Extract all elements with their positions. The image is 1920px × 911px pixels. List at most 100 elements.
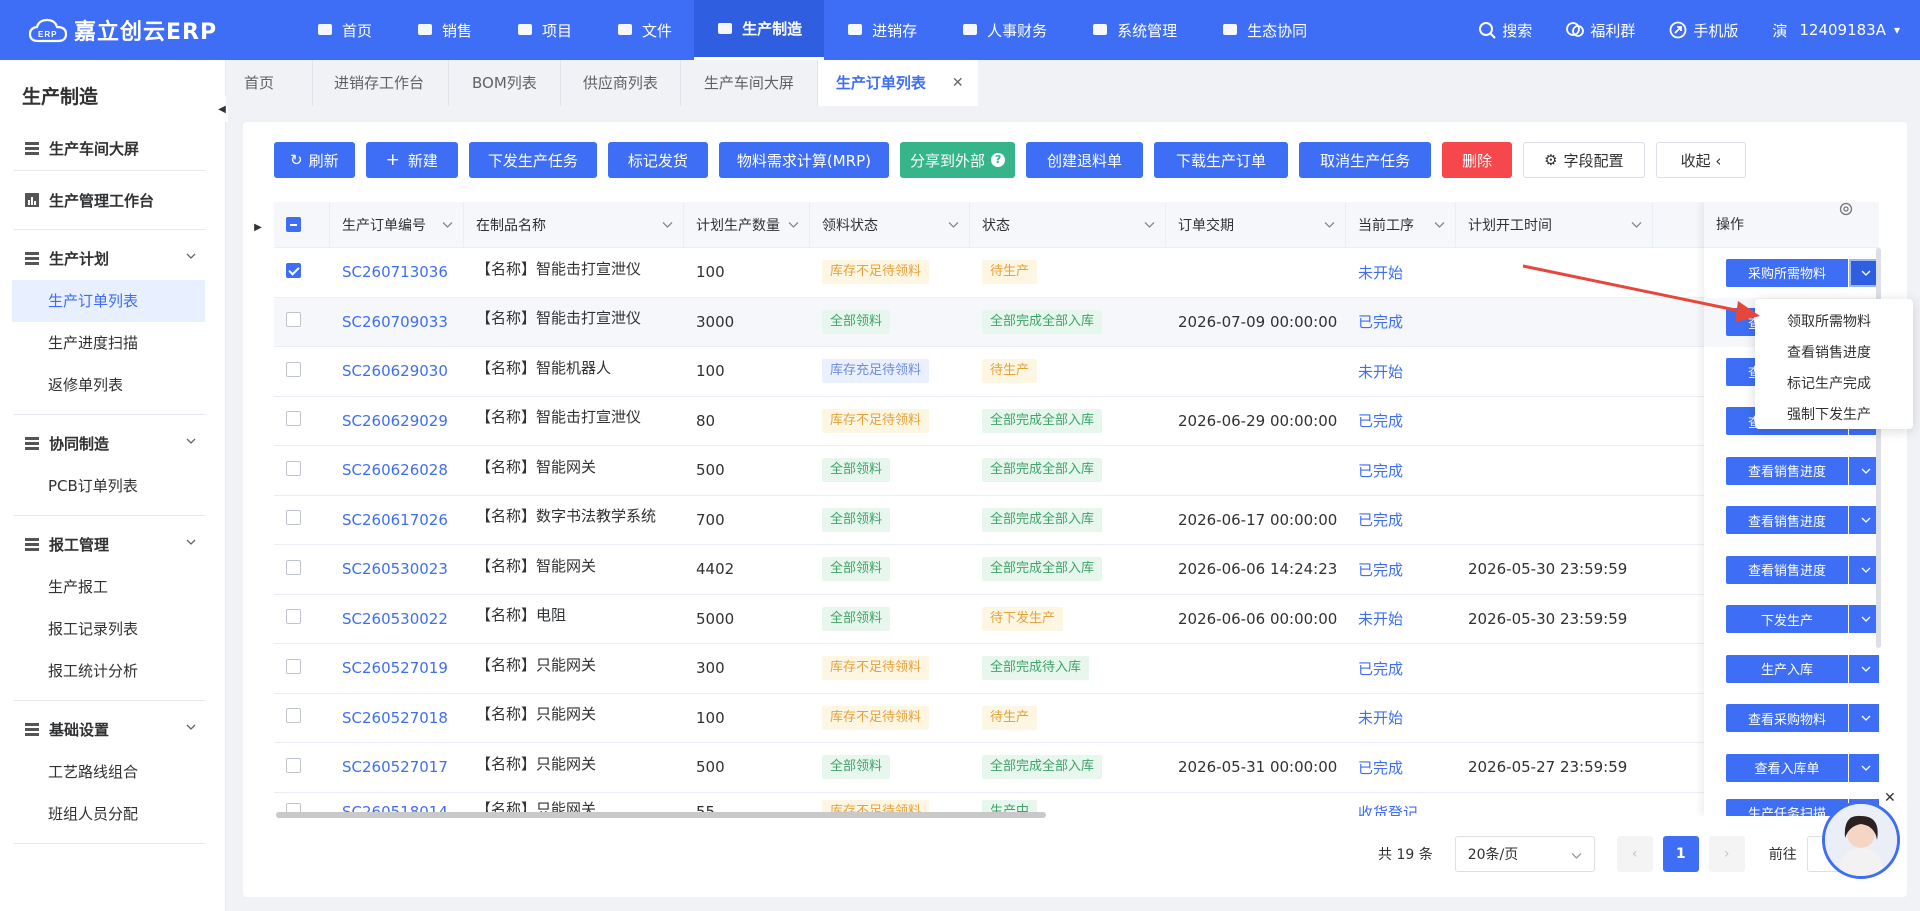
- next-page-button[interactable]: ›: [1708, 836, 1745, 872]
- new-button[interactable]: + 新建: [365, 142, 458, 178]
- row-primary-action-button[interactable]: 下发生产: [1726, 605, 1848, 634]
- tab-3[interactable]: 供应商列表: [561, 60, 681, 106]
- create-return-button[interactable]: 创建退料单: [1026, 142, 1144, 178]
- current-step-link[interactable]: 已完成: [1346, 757, 1456, 778]
- row-primary-action-button[interactable]: 查看入库单: [1726, 753, 1848, 782]
- current-step-link[interactable]: 未开始: [1346, 262, 1456, 283]
- sidebar-item[interactable]: 返修单列表: [12, 364, 205, 406]
- order-id-link[interactable]: SC260713036: [330, 263, 464, 281]
- page-size-select[interactable]: 20条/页: [1454, 836, 1595, 872]
- nav-item-4[interactable]: 生产制造: [694, 0, 825, 60]
- table-row[interactable]: SC260527017 【名称】只能网关 500 全部领料 全部完成全部入库 2026-0…: [274, 743, 1879, 793]
- current-step-link[interactable]: 收货登记: [1346, 802, 1456, 817]
- chevron-down-icon[interactable]: [788, 219, 799, 230]
- assistant-avatar[interactable]: [1822, 801, 1900, 879]
- row-checkbox[interactable]: [286, 460, 301, 476]
- sidebar-item[interactable]: 生产订单列表: [12, 280, 205, 322]
- share-external-button[interactable]: 分享到外部?: [900, 142, 1016, 178]
- row-action-dropdown-toggle[interactable]: [1849, 456, 1879, 485]
- sidebar-item[interactable]: PCB订单列表: [12, 465, 205, 507]
- close-icon[interactable]: ✕: [952, 60, 964, 106]
- chevron-down-icon[interactable]: [662, 219, 673, 230]
- chevron-down-icon[interactable]: [442, 219, 453, 230]
- row-action-dropdown-toggle[interactable]: [1849, 555, 1879, 584]
- refresh-button[interactable]: ↻ 刷新: [274, 142, 355, 178]
- dropdown-item-1[interactable]: 查看销售进度: [1755, 338, 1913, 369]
- nav-item-6[interactable]: 人事财务: [939, 0, 1069, 60]
- current-step-link[interactable]: 已完成: [1346, 410, 1456, 431]
- order-id-link[interactable]: SC260527019: [330, 659, 464, 677]
- column-settings-icon[interactable]: [1839, 202, 1853, 216]
- sidebar-item[interactable]: 生产进度扫描: [12, 322, 205, 364]
- row-checkbox[interactable]: [286, 559, 301, 575]
- horizontal-scrollbar[interactable]: [276, 812, 1046, 818]
- expand-row-toggle[interactable]: ▶: [248, 212, 268, 242]
- row-checkbox[interactable]: [286, 658, 301, 674]
- order-id-link[interactable]: SC260617026: [330, 511, 464, 529]
- nav-item-8[interactable]: 生态协同: [1199, 0, 1329, 60]
- row-primary-action-button[interactable]: 查看销售进度: [1726, 456, 1848, 485]
- tab-4[interactable]: 生产车间大屏: [681, 60, 818, 106]
- current-step-link[interactable]: 已完成: [1346, 460, 1456, 481]
- sidebar-item-workshop-screen[interactable]: 生产车间大屏: [14, 126, 205, 170]
- row-action-dropdown-toggle[interactable]: [1849, 753, 1879, 782]
- order-id-link[interactable]: SC260527017: [330, 758, 464, 776]
- nav-item-1[interactable]: 销售: [394, 0, 494, 60]
- table-row[interactable]: SC260629029 【名称】智能击打宣泄仪 80 库存不足待领料 全部完成全部入库 2…: [274, 397, 1879, 446]
- row-action-dropdown-toggle[interactable]: [1849, 506, 1879, 535]
- current-step-link[interactable]: 已完成: [1346, 658, 1456, 679]
- sidebar-item-workbench[interactable]: 生产管理工作台: [14, 178, 205, 222]
- sidebar-item[interactable]: 报工统计分析: [12, 650, 205, 692]
- download-orders-button[interactable]: 下载生产订单: [1154, 142, 1289, 178]
- table-row[interactable]: SC260530022 【名称】电阻 5000 全部领料 待下发生产 2026-06-06…: [274, 595, 1879, 644]
- tab-2[interactable]: BOM列表: [449, 60, 561, 106]
- row-primary-action-button[interactable]: 查看销售进度: [1726, 506, 1848, 535]
- select-all-checkbox[interactable]: [286, 217, 301, 232]
- order-id-link[interactable]: SC260629030: [330, 362, 464, 380]
- row-checkbox[interactable]: [286, 708, 301, 724]
- welfare-group-button[interactable]: 福利群: [1566, 20, 1635, 41]
- nav-item-2[interactable]: 项目: [494, 0, 594, 60]
- order-id-link[interactable]: SC260530023: [330, 560, 464, 578]
- table-row[interactable]: SC260713036 【名称】智能击打宣泄仪 100 库存不足待领料 待生产 未开始: [274, 248, 1879, 298]
- row-action-dropdown-toggle[interactable]: [1849, 258, 1879, 287]
- sidebar-item[interactable]: 工艺路线组合: [12, 751, 205, 793]
- nav-item-0[interactable]: 首页: [294, 0, 394, 60]
- row-checkbox[interactable]: [286, 262, 301, 278]
- order-id-link[interactable]: SC260626028: [330, 461, 464, 479]
- row-checkbox[interactable]: [286, 757, 301, 773]
- close-icon[interactable]: ✕: [1884, 790, 1896, 806]
- row-action-dropdown-toggle[interactable]: [1849, 654, 1879, 683]
- sidebar-group-header[interactable]: 生产计划: [14, 236, 205, 280]
- dropdown-item-0[interactable]: 领取所需物料: [1755, 307, 1913, 338]
- table-row[interactable]: SC260527019 【名称】只能网关 300 库存不足待领料 全部完成待入库 已完成: [274, 644, 1879, 694]
- dropdown-item-3[interactable]: 强制下发生产: [1755, 400, 1913, 431]
- nav-item-7[interactable]: 系统管理: [1069, 0, 1199, 60]
- row-checkbox[interactable]: [286, 411, 301, 427]
- cancel-task-button[interactable]: 取消生产任务: [1299, 142, 1432, 178]
- chevron-down-icon[interactable]: [948, 219, 959, 230]
- prev-page-button[interactable]: ‹: [1616, 836, 1653, 872]
- row-primary-action-button[interactable]: 生产任务扫描: [1726, 798, 1848, 816]
- dropdown-item-2[interactable]: 标记生产完成: [1755, 369, 1913, 400]
- sidebar-item[interactable]: 报工记录列表: [12, 608, 205, 650]
- order-id-link[interactable]: SC260530022: [330, 610, 464, 628]
- mobile-version-button[interactable]: 手机版: [1669, 20, 1738, 41]
- row-checkbox[interactable]: [286, 361, 301, 377]
- sidebar-item[interactable]: 班组人员分配: [12, 793, 205, 835]
- mrp-button[interactable]: 物料需求计算(MRP): [718, 142, 890, 178]
- table-row[interactable]: SC260626028 【名称】智能网关 500 全部领料 全部完成全部入库 已完成: [274, 446, 1879, 496]
- current-step-link[interactable]: 已完成: [1346, 311, 1456, 332]
- current-step-link[interactable]: 未开始: [1346, 608, 1456, 629]
- row-checkbox[interactable]: [286, 312, 301, 328]
- row-checkbox[interactable]: [286, 510, 301, 526]
- collapse-button[interactable]: 收起 ‹: [1655, 142, 1747, 178]
- tab-1[interactable]: 进销存工作台: [313, 60, 450, 106]
- field-config-button[interactable]: ⚙ 字段配置: [1523, 142, 1645, 178]
- table-row[interactable]: SC260709033 【名称】智能击打宣泄仪 3000 全部领料 全部完成全部入库 20…: [274, 297, 1879, 347]
- table-row[interactable]: SC260527018 【名称】只能网关 100 库存不足待领料 待生产 未开始: [274, 694, 1879, 743]
- current-step-link[interactable]: 已完成: [1346, 559, 1456, 580]
- tab-5[interactable]: 生产订单列表 ✕: [817, 60, 978, 106]
- delete-button[interactable]: 删除: [1442, 142, 1513, 178]
- chevron-down-icon[interactable]: [1631, 219, 1642, 230]
